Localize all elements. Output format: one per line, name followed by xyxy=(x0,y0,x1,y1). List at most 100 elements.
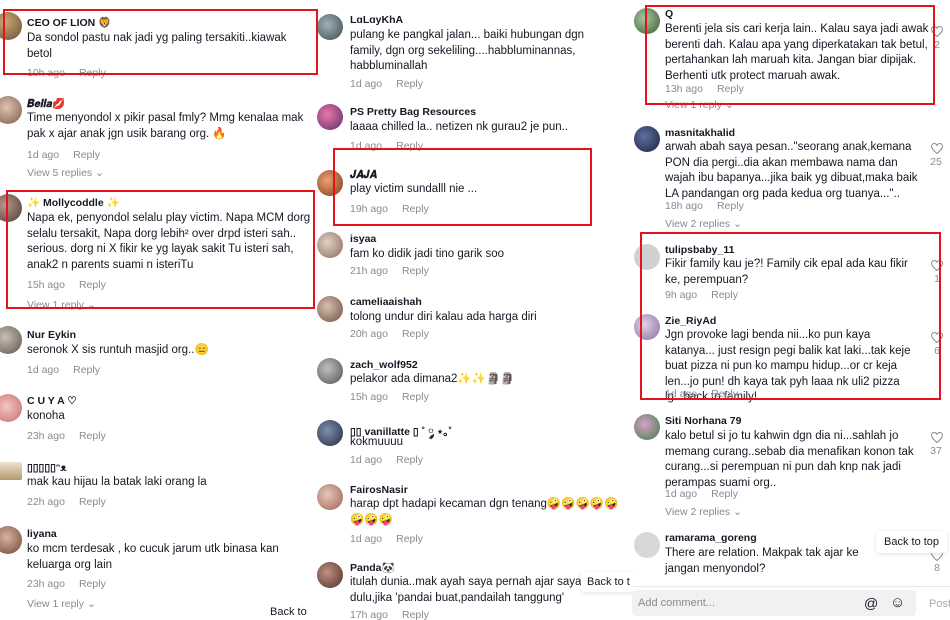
comment-input[interactable] xyxy=(632,590,854,616)
avatar[interactable] xyxy=(634,314,660,340)
view-replies-button[interactable]: View 2 replies ⌄ xyxy=(665,218,742,230)
comment-username[interactable]: Siti Norhana 79 xyxy=(665,415,741,427)
comment-text: kokmuuuu xyxy=(350,436,404,448)
comment-username[interactable]: CEO OF LION 🦁 xyxy=(27,16,111,29)
avatar[interactable] xyxy=(317,420,343,446)
comment-time: 15h ago xyxy=(350,391,388,403)
comment-username[interactable]: tulipsbaby_11 xyxy=(665,244,734,256)
avatar[interactable] xyxy=(317,104,343,130)
reply-button[interactable]: Reply xyxy=(73,364,100,376)
post-button[interactable]: Post xyxy=(929,598,950,610)
avatar[interactable] xyxy=(317,296,343,322)
reply-button[interactable]: Reply xyxy=(396,533,423,545)
avatar[interactable] xyxy=(0,526,22,554)
chevron-down-icon: ⌄ xyxy=(733,218,742,230)
reply-button[interactable]: Reply xyxy=(396,140,423,152)
comment-time: 1d ago xyxy=(350,78,383,90)
reply-button[interactable]: Reply xyxy=(711,289,738,301)
chevron-down-icon: ⌄ xyxy=(95,167,104,179)
avatar[interactable] xyxy=(0,96,22,124)
comment-username[interactable]: liyana xyxy=(27,528,57,540)
avatar[interactable] xyxy=(634,244,660,270)
avatar[interactable] xyxy=(317,562,343,588)
comment-username[interactable]: masnitakhalid xyxy=(665,127,735,139)
comment-username[interactable]: zach_wolf952 xyxy=(350,359,418,371)
view-replies-button[interactable]: View 5 replies ⌄ xyxy=(27,167,104,179)
comment-time: 23h ago xyxy=(27,430,65,442)
comment-username[interactable]: LɑLɑyKhA xyxy=(350,14,403,26)
avatar[interactable] xyxy=(0,326,22,354)
comment-meta: 21h ago Reply xyxy=(350,265,429,277)
avatar[interactable] xyxy=(317,14,343,40)
view-replies-button[interactable]: View 1 reply ⌄ xyxy=(27,598,96,610)
reply-button[interactable]: Reply xyxy=(396,78,423,90)
emoji-icon[interactable]: ☺ xyxy=(890,594,905,611)
avatar[interactable] xyxy=(317,358,343,384)
back-to-top-button[interactable]: Back to t xyxy=(581,572,633,592)
reply-button[interactable]: Reply xyxy=(711,488,738,500)
avatar[interactable] xyxy=(634,126,660,152)
heart-icon[interactable] xyxy=(931,332,943,343)
comment-username[interactable]: Zie_RiyAd xyxy=(665,315,716,327)
comment-username[interactable]: cameliaaishah xyxy=(350,296,422,308)
avatar[interactable] xyxy=(634,532,660,558)
reply-button[interactable]: Reply xyxy=(402,203,429,215)
heart-icon[interactable] xyxy=(931,260,943,271)
view-replies-button[interactable]: View 1 reply ⌄ xyxy=(665,99,734,111)
back-to-top-button[interactable]: Back to top xyxy=(876,531,948,553)
comment-username[interactable]: FairosNasir xyxy=(350,484,408,496)
comment-username[interactable]: ramarama_goreng xyxy=(665,532,757,544)
avatar[interactable] xyxy=(317,232,343,258)
avatar[interactable] xyxy=(0,394,22,422)
reply-button[interactable]: Reply xyxy=(396,454,423,466)
reply-button[interactable]: Reply xyxy=(79,578,106,590)
heart-icon[interactable] xyxy=(931,432,943,443)
reply-button[interactable]: Reply xyxy=(79,279,106,291)
comment-username[interactable]: 𝑩𝒆𝒍𝒍𝒂💋 xyxy=(27,97,65,111)
comment-username[interactable]: Nur Eykin xyxy=(27,329,76,341)
comment-username[interactable]: Panda🐼 xyxy=(350,561,395,574)
heart-icon[interactable] xyxy=(931,143,943,154)
comment-meta: 20h ago Reply xyxy=(350,328,429,340)
reply-button[interactable]: Reply xyxy=(717,200,744,212)
avatar[interactable] xyxy=(0,462,22,480)
reply-button[interactable]: Reply xyxy=(717,83,744,95)
comment-username[interactable]: ▯▯▯▯▯ᵔᴥ xyxy=(27,462,67,474)
comment-username[interactable]: 𝑱𝑨𝑱𝑨 xyxy=(350,169,377,182)
back-to-top-button[interactable]: Back to xyxy=(264,604,312,620)
comment-meta: 1d ago Reply xyxy=(350,140,423,152)
comment-time: 13h ago xyxy=(665,83,703,95)
view-replies-button[interactable]: View 1 reply ⌄ xyxy=(27,299,96,311)
comment-username[interactable]: PS Pretty Bag Resources xyxy=(350,106,476,118)
comment-text: seronok X sis runtuh masjid org..😑 xyxy=(27,344,209,356)
comment-text: laaaa chilled la.. netizen nk gurau2 je … xyxy=(350,121,569,133)
reply-button[interactable]: Reply xyxy=(402,609,429,620)
comment-username[interactable]: ✨ Mollycoddle ✨ xyxy=(27,196,120,209)
reply-button[interactable]: Reply xyxy=(711,388,738,400)
reply-button[interactable]: Reply xyxy=(79,67,106,79)
comment-time: 20h ago xyxy=(350,328,388,340)
avatar[interactable] xyxy=(634,8,660,34)
avatar[interactable] xyxy=(317,170,343,196)
comment-bar: @ ☺ Post xyxy=(632,586,950,620)
avatar[interactable] xyxy=(317,484,343,510)
mention-icon[interactable]: @ xyxy=(864,595,878,611)
reply-button[interactable]: Reply xyxy=(79,496,106,508)
comment-text: pelakor ada dimana2✨✨🗿🗿 xyxy=(350,373,515,385)
view-replies-button[interactable]: View 2 replies ⌄ xyxy=(665,506,742,518)
comment-username[interactable]: Q xyxy=(665,8,673,20)
reply-button[interactable]: Reply xyxy=(402,328,429,340)
comment-meta: 15h ago Reply xyxy=(350,391,429,403)
heart-icon[interactable] xyxy=(931,26,943,37)
avatar[interactable] xyxy=(634,414,660,440)
avatar[interactable] xyxy=(0,194,22,222)
reply-button[interactable]: Reply xyxy=(79,430,106,442)
comment-username[interactable]: C U Y A ♡ xyxy=(27,395,77,407)
comment-username[interactable]: isyaa xyxy=(350,233,376,245)
avatar[interactable] xyxy=(0,12,22,40)
reply-button[interactable]: Reply xyxy=(402,265,429,277)
reply-button[interactable]: Reply xyxy=(73,149,100,161)
comment-input-box: @ ☺ xyxy=(632,590,916,616)
comment-meta: 1d ago Reply xyxy=(350,78,423,90)
reply-button[interactable]: Reply xyxy=(402,391,429,403)
